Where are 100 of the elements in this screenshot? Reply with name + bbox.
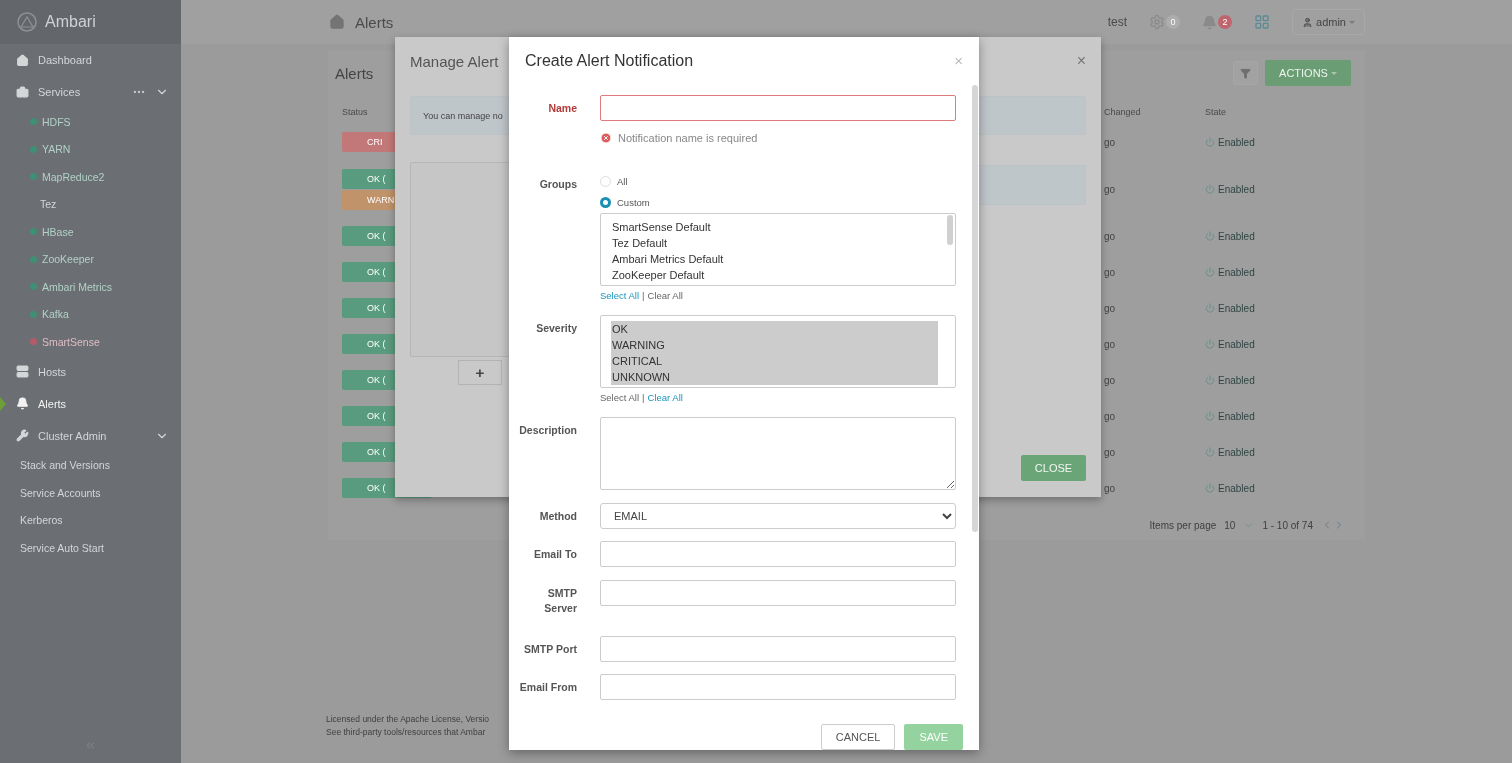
description-field[interactable]	[600, 417, 956, 490]
close-button[interactable]: ×	[954, 52, 963, 69]
nav-subitem[interactable]: MapReduce2	[0, 163, 181, 191]
select-all-link[interactable]: Select All	[600, 289, 640, 301]
nav-item[interactable]: Dashboard	[0, 44, 181, 76]
list-option[interactable]: WARNING	[611, 337, 938, 353]
nav-subitem[interactable]: HDFS	[0, 108, 181, 136]
add-button[interactable]: +	[458, 360, 502, 385]
nav-subitem[interactable]: Kafka	[0, 300, 181, 328]
nav-subitem-label: Ambari Metrics	[42, 280, 112, 293]
field-label: Severity	[535, 321, 577, 336]
list-option[interactable]: Tez Default	[611, 235, 938, 251]
radio-button[interactable]	[600, 197, 611, 208]
scrollbar[interactable]	[947, 215, 953, 245]
column-header[interactable]: Changed	[1104, 107, 1205, 117]
nav-subitem[interactable]: Tez	[0, 190, 181, 218]
caret-icon	[1330, 71, 1337, 75]
close-button[interactable]: ×	[1076, 52, 1086, 70]
power-icon	[1205, 184, 1215, 194]
nav-subitem-label: Service Auto Start	[20, 541, 105, 554]
nav-subitem-label: HDFS	[42, 115, 71, 128]
list-option[interactable]: CRITICAL	[611, 353, 938, 369]
nav-subitem[interactable]: Service Accounts	[0, 479, 181, 507]
list-option[interactable]: Ambari Metrics Default	[611, 251, 938, 267]
nav-subitem-label: Kerberos	[20, 514, 63, 527]
cancel-button[interactable]: CANCEL	[820, 724, 896, 750]
error-message: Notification name is required	[618, 132, 758, 144]
text-input[interactable]	[600, 636, 956, 662]
table-cell-text: go	[1104, 183, 1117, 195]
table-cell-text: go	[1104, 374, 1117, 386]
dialog-title: Manage Alert	[410, 52, 499, 70]
nav-subitem-label: Stack and Versions	[20, 459, 110, 472]
field-label: Method	[538, 509, 577, 524]
list-option[interactable]: ZooKeeper Default	[611, 267, 938, 283]
nav-subitem[interactable]: HBase	[0, 218, 181, 246]
table-cell-text: go	[1104, 302, 1117, 314]
list-option[interactable]: SmartSense Default	[611, 219, 938, 235]
nav-subitem[interactable]: SmartSense	[0, 328, 181, 356]
severity-listbox[interactable]: OK WARNING CRITICAL UNKNOWN	[600, 315, 956, 388]
per-page-label: Items per page	[1149, 519, 1217, 531]
state-text: Enabled	[1218, 266, 1255, 278]
field-label: SMTP Server	[543, 586, 577, 616]
bell-icon[interactable]	[1202, 14, 1218, 30]
error-icon	[600, 132, 612, 144]
bell-icon	[16, 397, 29, 410]
table-cell-text: go	[1104, 230, 1117, 242]
power-icon	[1205, 375, 1215, 385]
nav-subitem[interactable]: ZooKeeper	[0, 245, 181, 273]
list-option[interactable]: UNKNOWN	[611, 369, 938, 385]
actions-button[interactable]: ACTIONS	[1265, 60, 1351, 86]
briefcase-icon	[16, 85, 29, 99]
nav-subitem[interactable]: Kerberos	[0, 506, 181, 534]
wrench-icon	[16, 429, 29, 442]
nav-subitem[interactable]: YARN	[0, 135, 181, 163]
power-icon	[1205, 447, 1215, 457]
power-icon	[1205, 267, 1215, 277]
text-input[interactable]	[600, 541, 956, 567]
user-menu-button[interactable]: admin	[1292, 9, 1365, 35]
per-page-select[interactable]: 10	[1224, 519, 1236, 531]
nav-item[interactable]: Services	[0, 76, 181, 108]
close-button[interactable]: CLOSE	[1021, 455, 1086, 481]
text-input[interactable]	[600, 580, 956, 606]
state-text: Enabled	[1218, 410, 1255, 422]
nav-subitem[interactable]: Stack and Versions	[0, 451, 181, 479]
power-icon	[1205, 137, 1215, 147]
nav-item[interactable]: Alerts	[0, 387, 181, 420]
list-option[interactable]: OK	[611, 321, 938, 337]
filter-icon	[1240, 67, 1251, 79]
state-text: Enabled	[1218, 183, 1255, 195]
table-cell-text: go	[1104, 338, 1117, 350]
groups-listbox[interactable]: SmartSense Default Tez Default Ambari Metrics Default ZooKeeper Default	[600, 213, 956, 286]
filter-button[interactable]	[1233, 61, 1258, 85]
field-label: SMTP Port	[523, 642, 577, 657]
table-cell-text: go	[1104, 266, 1117, 278]
text-input[interactable]	[600, 674, 956, 700]
nav-item[interactable]: Cluster Admin	[0, 419, 181, 452]
method-select[interactable]: EMAIL	[600, 503, 956, 529]
column-header[interactable]: State	[1205, 107, 1351, 117]
nav-subitem-label: YARN	[42, 143, 71, 156]
link-separator: |	[642, 289, 645, 301]
grid-icon[interactable]	[1254, 14, 1271, 30]
nav-subitem-label: Tez	[40, 198, 57, 211]
nav-subitem[interactable]: Service Auto Start	[0, 534, 181, 562]
power-icon	[1205, 303, 1215, 313]
info-text: You can manage no	[423, 110, 503, 121]
radio-label: All	[617, 176, 628, 187]
radio-label: Custom	[617, 197, 650, 208]
home-icon[interactable]	[329, 14, 345, 30]
home-icon	[16, 53, 29, 67]
dialog-title: Create Alert Notification	[525, 51, 694, 70]
nav-subitem-label: SmartSense	[42, 335, 100, 348]
nav-subitem[interactable]: Ambari Metrics	[0, 273, 181, 301]
count-badge: 2	[1218, 15, 1233, 29]
clear-all-link[interactable]: Clear All	[647, 391, 683, 403]
text-input[interactable]	[600, 95, 956, 121]
table-cell-text: go	[1104, 136, 1117, 148]
scrollbar[interactable]	[972, 85, 978, 532]
table-cell-text: go	[1104, 410, 1117, 422]
settings-icon[interactable]	[1149, 14, 1166, 30]
nav-item[interactable]: Hosts	[0, 355, 181, 388]
